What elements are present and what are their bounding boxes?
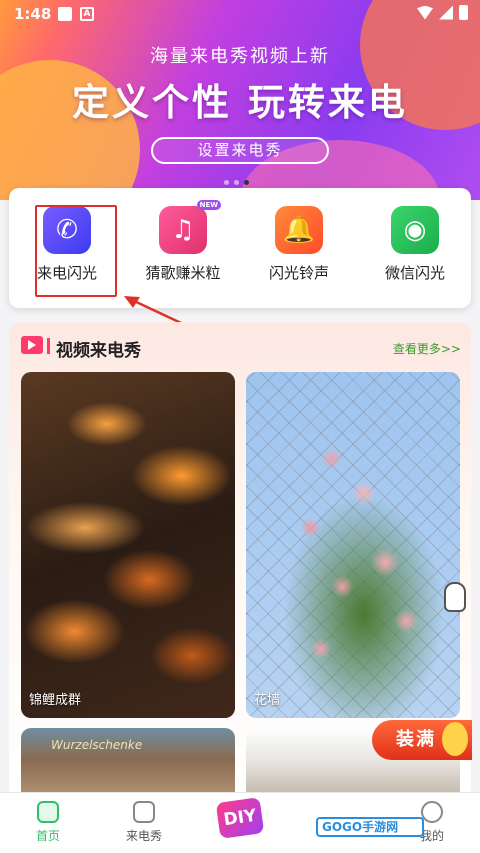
status-bar: 1:48 A bbox=[0, 0, 480, 28]
carousel-dot[interactable] bbox=[224, 180, 229, 185]
quick-action-wechat-flash[interactable]: ◉ 微信闪光 bbox=[365, 206, 465, 283]
carousel-indicator bbox=[224, 180, 249, 185]
nav-home[interactable]: 首页 bbox=[8, 801, 88, 844]
carousel-dot-active[interactable] bbox=[244, 180, 249, 185]
wifi-icon bbox=[417, 5, 433, 20]
quick-action-guess-song[interactable]: ♫ NEW 猜歌赚米粒 bbox=[133, 200, 233, 283]
diy-button[interactable]: DIY bbox=[215, 797, 265, 839]
wechat-icon: ◉ bbox=[391, 206, 439, 254]
carousel-dot[interactable] bbox=[234, 180, 239, 185]
video-caption: 锦鲤成群 bbox=[29, 693, 82, 708]
video-thumbnail-text: Wurzelschenke bbox=[51, 738, 143, 752]
promo-float-badge[interactable]: 装满 bbox=[372, 720, 472, 760]
section-title: 视频来电秀 bbox=[56, 341, 141, 361]
set-ringshow-button[interactable]: 设置来电秀 bbox=[151, 137, 329, 164]
home-icon bbox=[37, 801, 59, 823]
video-caption: 花墙 bbox=[254, 693, 281, 708]
notification-icon bbox=[58, 7, 72, 21]
tv-icon bbox=[133, 801, 155, 823]
quick-action-flash-ringtone[interactable]: 🔔 闪光铃声 bbox=[249, 206, 349, 283]
quick-action-label: 猜歌赚米粒 bbox=[145, 264, 221, 282]
video-card[interactable]: 锦鲤成群 bbox=[21, 372, 235, 718]
nav-ringshow[interactable]: 来电秀 bbox=[104, 801, 184, 844]
banner-title: 定义个性 玩转来电 bbox=[72, 81, 408, 124]
bell-icon: 🔔 bbox=[275, 206, 323, 254]
battery-icon bbox=[459, 5, 468, 20]
quick-action-label: 微信闪光 bbox=[384, 264, 445, 282]
music-note-icon: ♫ NEW bbox=[159, 200, 221, 254]
banner-subtitle: 海量来电秀视频上新 bbox=[150, 46, 330, 67]
promo-banner[interactable]: 1:48 A 海量来电秀视频上新 定义个性 玩转来电 设置来电秀 bbox=[0, 0, 480, 200]
highlight-box bbox=[35, 205, 117, 297]
section-divider bbox=[47, 338, 50, 354]
quick-action-label: 闪光铃声 bbox=[268, 264, 329, 282]
status-time: 1:48 bbox=[14, 5, 52, 23]
signal-icon bbox=[439, 5, 453, 20]
new-badge: NEW bbox=[196, 200, 221, 210]
user-icon bbox=[421, 801, 443, 823]
nav-label: 来电秀 bbox=[125, 829, 162, 843]
video-card[interactable]: 花墙 bbox=[246, 372, 460, 718]
watermark-logo: GOGO手游网 bbox=[316, 817, 424, 837]
nav-label: 首页 bbox=[35, 829, 60, 843]
video-play-icon bbox=[21, 336, 43, 354]
keyboard-icon: A bbox=[80, 7, 94, 21]
see-more-link[interactable]: 查看更多>> bbox=[393, 340, 461, 357]
pointer-hand-icon bbox=[444, 582, 466, 612]
